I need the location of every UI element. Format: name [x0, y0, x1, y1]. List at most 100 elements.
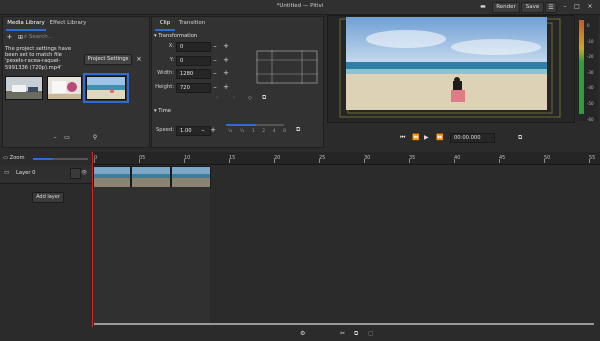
- render-button[interactable]: Render: [492, 2, 520, 13]
- speed-decrement-button[interactable]: –: [199, 126, 207, 134]
- speed-mark: 1: [251, 129, 255, 134]
- ungroup-icon[interactable]: ▢: [368, 330, 374, 337]
- x-field[interactable]: 0: [176, 42, 211, 52]
- reset-transform-icon[interactable]: ⧉: [262, 94, 266, 102]
- speed-mark: ½: [239, 129, 245, 134]
- align-right-icon[interactable]: ›: [233, 95, 235, 101]
- meter-label: -60: [587, 116, 594, 122]
- add-layer-button[interactable]: Add layer: [32, 192, 64, 203]
- play-icon[interactable]: ▶: [424, 134, 429, 141]
- width-decrement-button[interactable]: –: [211, 69, 219, 77]
- time-label: Time: [158, 108, 171, 114]
- zoom-control[interactable]: ▭ Zoom: [3, 155, 25, 161]
- project-settings-button[interactable]: Project Settings: [84, 54, 132, 65]
- ruler-tick-mark: [184, 159, 185, 163]
- menu-icon[interactable]: ☰: [545, 2, 557, 13]
- remove-icon[interactable]: –: [50, 133, 60, 142]
- height-decrement-button[interactable]: –: [211, 83, 219, 91]
- tab-effect-library[interactable]: Effect Library: [48, 18, 88, 29]
- speed-slider-fill: [226, 124, 256, 126]
- timeline-clip-1[interactable]: [93, 166, 131, 188]
- timeline-ruler[interactable]: [92, 152, 600, 165]
- detach-viewer-icon[interactable]: ⧉: [518, 134, 522, 142]
- width-label: Width:: [157, 70, 174, 76]
- layer-icon: ▭: [4, 170, 10, 176]
- meter-label: -50: [587, 100, 594, 106]
- project-settings-message: The project settings have been set to ma…: [5, 46, 72, 71]
- video-preview[interactable]: [346, 17, 547, 110]
- height-field[interactable]: 720: [176, 83, 211, 93]
- layer-name[interactable]: Layer 0: [16, 170, 35, 176]
- maximize-icon[interactable]: □: [572, 2, 582, 11]
- settings-gear-icon[interactable]: ⚙: [300, 330, 305, 337]
- meter-scale: 0 -10 -20 -30 -40 -50 -60: [587, 18, 594, 127]
- ruler-tick-mark: [139, 159, 140, 163]
- import-button[interactable]: +: [5, 33, 14, 42]
- y-decrement-button[interactable]: –: [211, 56, 219, 64]
- proxy-icon[interactable]: ⚲: [90, 133, 100, 142]
- height-increment-button[interactable]: +: [222, 83, 230, 91]
- tab-transition[interactable]: Transition: [178, 18, 206, 29]
- media-thumbnail-1[interactable]: [5, 76, 43, 100]
- meter-label: -30: [587, 69, 594, 75]
- close-message-icon[interactable]: ×: [136, 55, 142, 63]
- rewind-icon[interactable]: ⏮: [400, 134, 405, 142]
- step-forward-icon[interactable]: ⏩: [436, 134, 443, 141]
- step-back-icon[interactable]: ⏪: [412, 134, 419, 141]
- layer-mute-button[interactable]: [70, 168, 81, 179]
- ruler-tick-mark: [364, 159, 365, 163]
- x-label: X:: [168, 43, 174, 49]
- y-increment-button[interactable]: +: [222, 56, 230, 64]
- playhead[interactable]: [92, 152, 93, 327]
- y-label: Y:: [169, 57, 174, 63]
- transformation-section[interactable]: ▾ Transformation: [154, 33, 197, 39]
- ruler-tick-mark: [409, 159, 410, 163]
- transform-preview[interactable]: [256, 50, 318, 84]
- ruler-tick-mark: [499, 159, 500, 163]
- folder-icon[interactable]: ▬: [478, 2, 488, 11]
- speed-mark: 4: [272, 129, 276, 134]
- minimize-icon[interactable]: –: [560, 2, 570, 11]
- meter-label: 0: [587, 23, 590, 28]
- speed-reset-icon[interactable]: ⧉: [296, 126, 300, 134]
- layer-visibility-icon[interactable]: 👁: [81, 170, 87, 176]
- speed-mark: 2: [262, 129, 266, 134]
- time-section[interactable]: ▾ Time: [154, 108, 171, 114]
- x-decrement-button[interactable]: –: [211, 42, 219, 50]
- speed-mark: ¼: [228, 129, 233, 134]
- timeline-scrollbar[interactable]: [94, 323, 594, 325]
- y-field[interactable]: 0: [176, 56, 211, 66]
- ruler-tick-mark: [589, 159, 590, 163]
- clip-audio-track: [93, 187, 210, 323]
- media-thumbnail-2[interactable]: [47, 76, 82, 100]
- search-input[interactable]: ⌕ Search...: [24, 33, 144, 42]
- zoom-slider[interactable]: [33, 158, 88, 160]
- clip-properties-icon[interactable]: ▭: [62, 133, 72, 142]
- save-button[interactable]: Save: [521, 2, 544, 13]
- speed-marks: ¼ ½ 1 2 4 8: [228, 129, 286, 134]
- meter-label: -20: [587, 54, 594, 60]
- timeline-clip-2[interactable]: [131, 166, 171, 188]
- width-field[interactable]: 1280: [176, 69, 211, 79]
- speed-increment-button[interactable]: +: [209, 126, 217, 134]
- ruler-tick-mark: [229, 159, 230, 163]
- width-increment-button[interactable]: +: [222, 69, 230, 77]
- align-left-icon[interactable]: ‹: [216, 95, 218, 101]
- close-icon[interactable]: ×: [585, 2, 595, 11]
- media-thumbnail-3[interactable]: [83, 73, 129, 103]
- tab-clip[interactable]: Clip: [155, 18, 175, 31]
- speed-mark: 8: [283, 129, 286, 134]
- x-increment-button[interactable]: +: [222, 42, 230, 50]
- ruler-tick-mark: [454, 159, 455, 163]
- search-placeholder: Search...: [28, 34, 53, 40]
- search-glass-icon: ⌕: [24, 34, 28, 40]
- tab-media-library[interactable]: Media Library: [6, 18, 46, 31]
- timecode-field[interactable]: 00:00.000: [450, 133, 495, 143]
- timeline-clip-3[interactable]: [171, 166, 211, 188]
- keyframe-icon[interactable]: ◇: [248, 95, 252, 101]
- meter-label: -10: [587, 38, 594, 44]
- speed-slider[interactable]: [226, 124, 284, 126]
- split-icon[interactable]: ✂: [340, 330, 345, 337]
- zoom-slider-fill: [33, 158, 53, 160]
- group-icon[interactable]: ⧉: [354, 330, 358, 338]
